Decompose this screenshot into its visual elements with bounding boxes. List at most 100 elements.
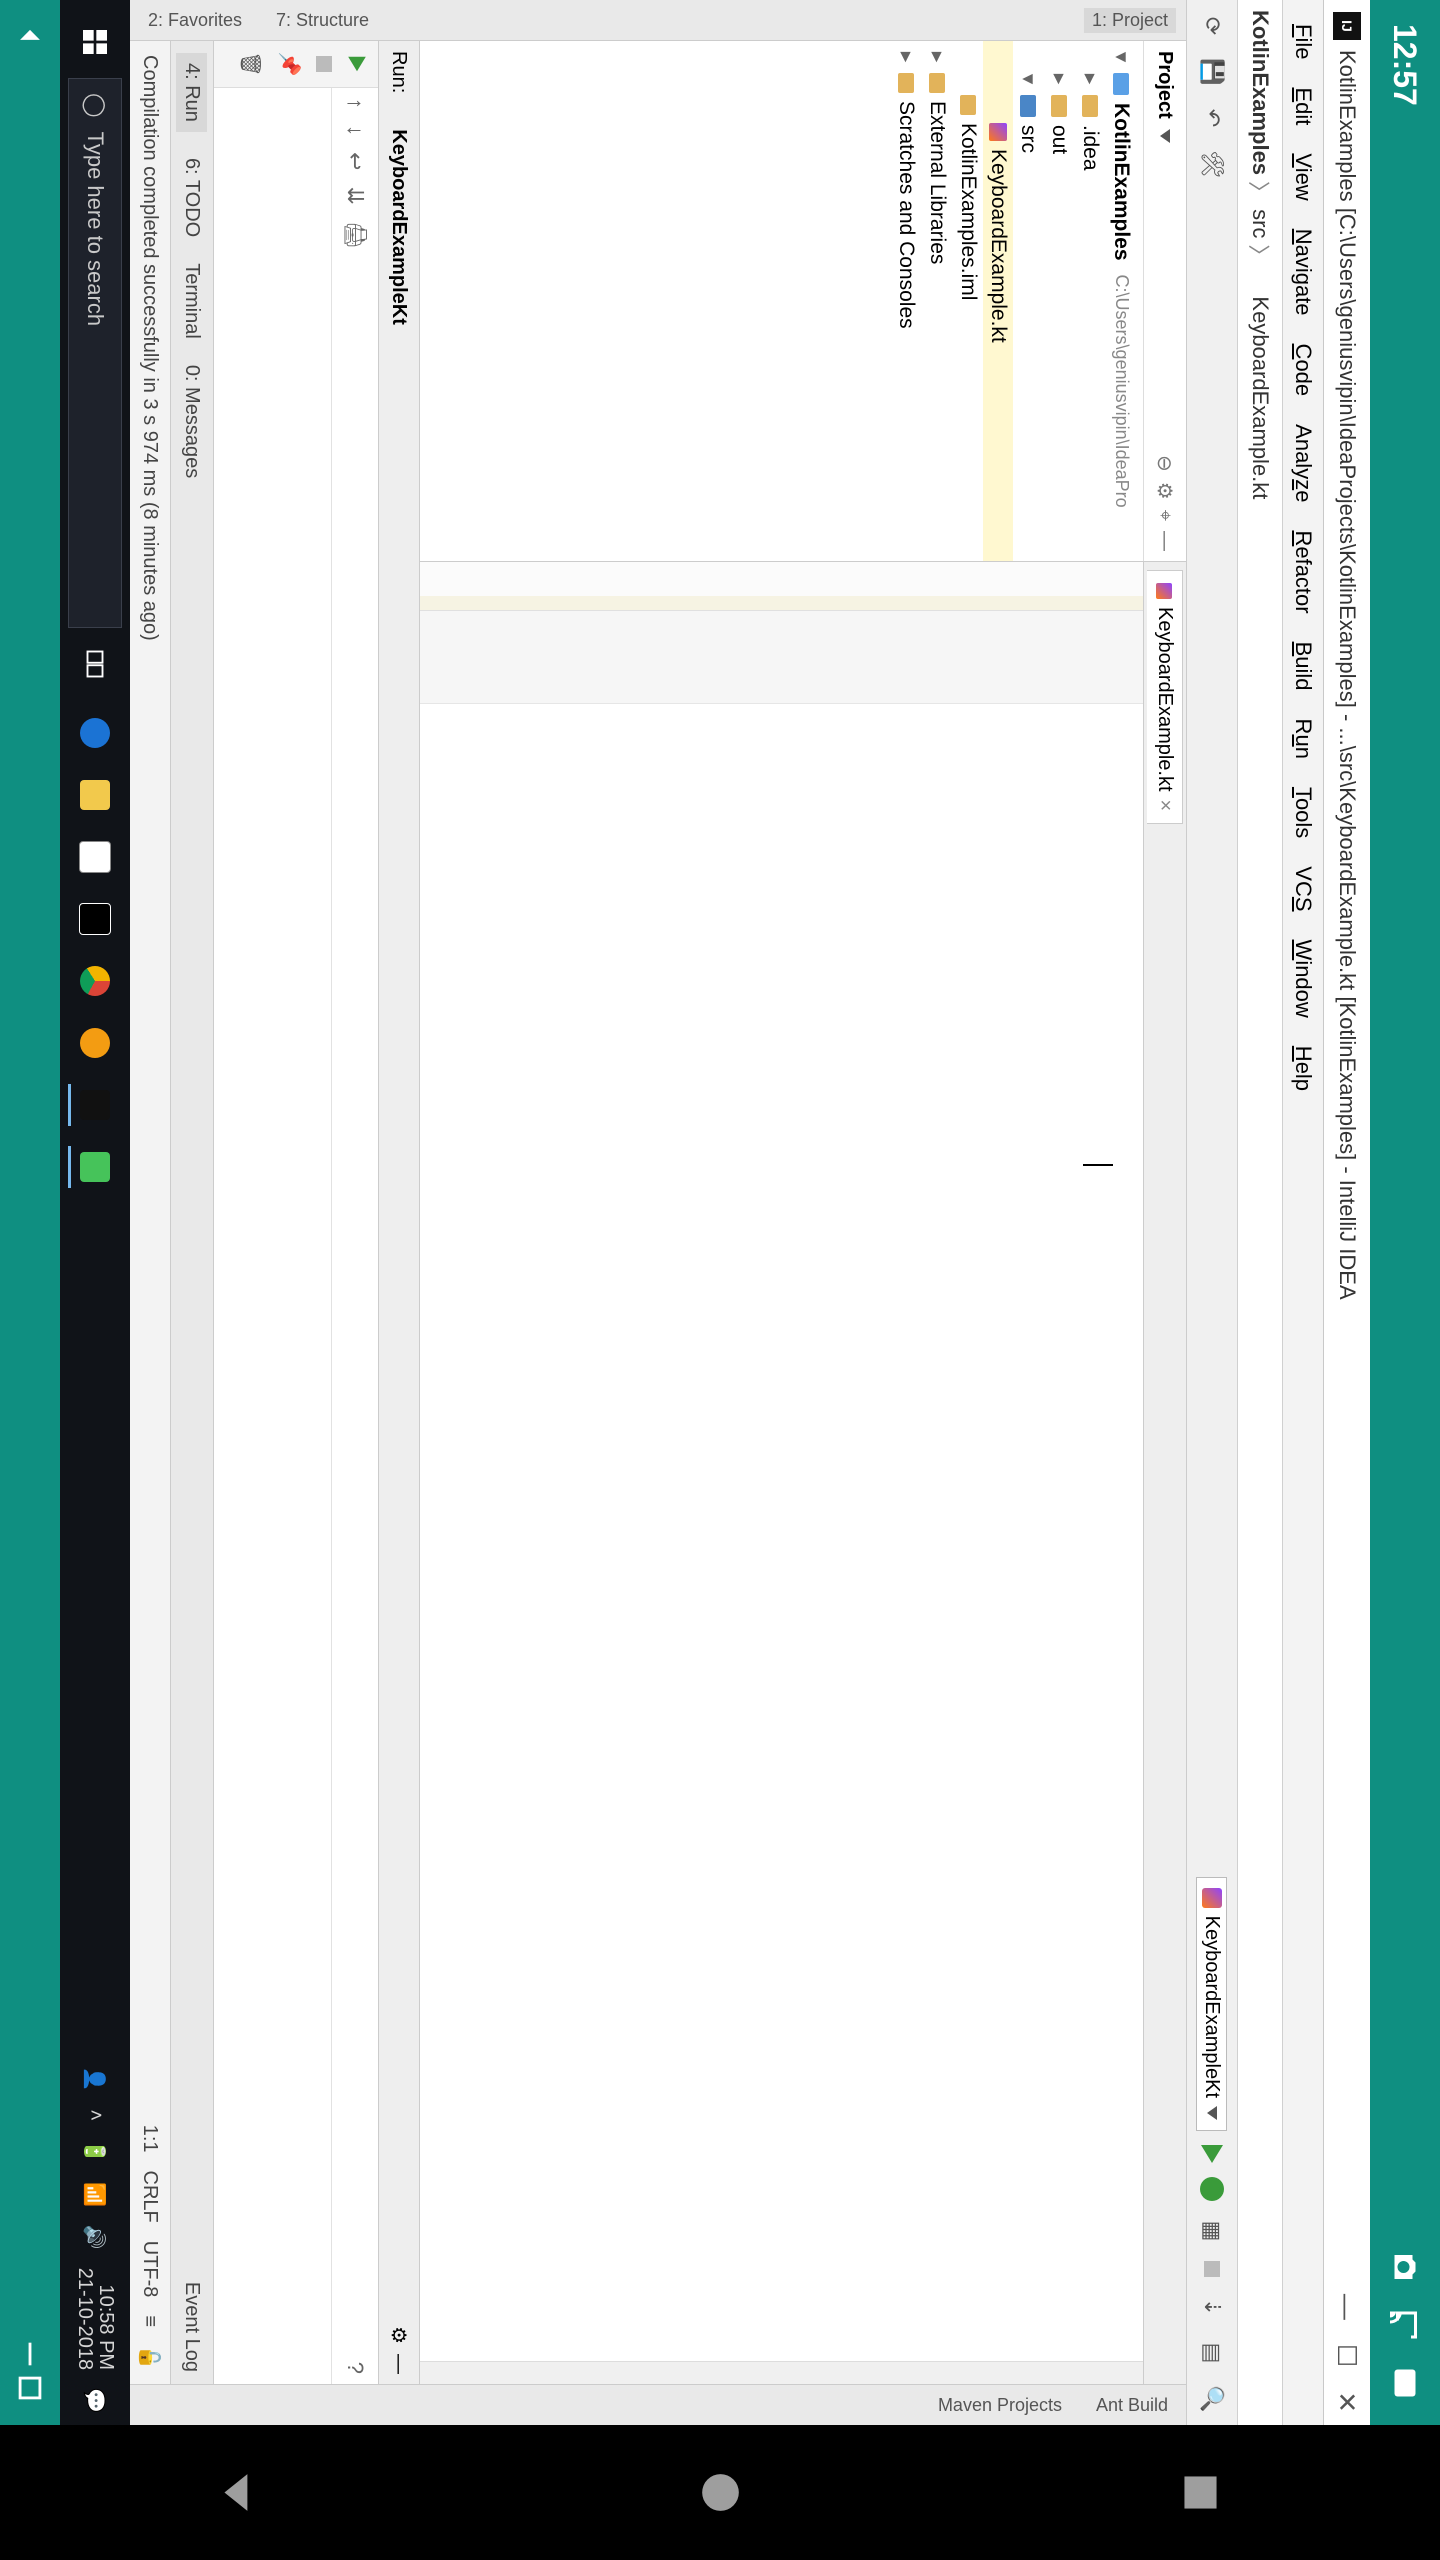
breadcrumb-src[interactable]: src bbox=[1247, 209, 1273, 238]
menu-tools[interactable]: Tools bbox=[1286, 775, 1320, 850]
status-eol[interactable]: CRLF bbox=[139, 2171, 162, 2223]
tray-chevron-icon[interactable]: ˄ bbox=[84, 2109, 107, 2121]
print-icon[interactable]: 🖨 bbox=[342, 221, 368, 249]
gear-icon[interactable]: ⚙ bbox=[1153, 482, 1178, 500]
tree-extlib[interactable]: External Libraries bbox=[926, 101, 950, 264]
minimize-icon[interactable]: — bbox=[1332, 2294, 1363, 2320]
status-indent[interactable]: ≡ bbox=[139, 2315, 162, 2327]
hide-icon[interactable]: — bbox=[1154, 531, 1177, 551]
locate-icon[interactable]: ⌖ bbox=[1154, 510, 1177, 521]
android-home-button[interactable] bbox=[693, 2465, 748, 2520]
tab-maven[interactable]: Maven Projects bbox=[930, 2393, 1070, 2418]
save-icon[interactable]: 💾 bbox=[1196, 56, 1228, 88]
menu-file[interactable]: File bbox=[1286, 12, 1320, 71]
menu-code[interactable]: Code bbox=[1286, 332, 1320, 409]
menu-analyze[interactable]: Analyze bbox=[1286, 412, 1320, 514]
tray-battery-icon[interactable]: 🔋 bbox=[83, 2139, 108, 2164]
menu-vcs[interactable]: VCS bbox=[1286, 854, 1320, 923]
wrap-icon[interactable]: ↩ bbox=[342, 152, 368, 170]
app-intellij[interactable] bbox=[68, 1076, 122, 1134]
rerun-icon[interactable] bbox=[348, 57, 366, 71]
stop-icon[interactable] bbox=[316, 56, 332, 72]
trash-icon[interactable]: 🗑 bbox=[238, 51, 263, 76]
breadcrumb-file[interactable]: KeyboardExample.kt bbox=[1247, 296, 1273, 499]
coverage-icon[interactable]: ▦ bbox=[1196, 2215, 1228, 2247]
status-position[interactable]: 1:1 bbox=[139, 2125, 162, 2153]
lock-icon[interactable]: 🔓 bbox=[138, 2345, 163, 2370]
close-tab-icon[interactable]: × bbox=[1153, 800, 1176, 812]
menu-build[interactable]: Build bbox=[1286, 630, 1320, 703]
app-unknown1[interactable] bbox=[68, 890, 122, 948]
run-button[interactable] bbox=[1201, 2145, 1223, 2163]
collapse-icon[interactable]: ⊖ bbox=[1153, 455, 1178, 472]
sync-icon[interactable]: ⟳ bbox=[1196, 10, 1228, 42]
scroll-icon[interactable]: ⇊ bbox=[342, 186, 368, 204]
tree-src[interactable]: src bbox=[1017, 125, 1041, 153]
tab-ant[interactable]: Ant Build bbox=[1088, 2393, 1176, 2418]
tab-favorites[interactable]: 2: Favorites bbox=[140, 8, 250, 33]
tray-volume-icon[interactable]: 🔊 bbox=[83, 2225, 108, 2250]
taskbar-clock[interactable]: 10:58 PM 21-10-2018 bbox=[74, 2268, 116, 2370]
error-stripe[interactable] bbox=[420, 2361, 1143, 2384]
tree-root[interactable]: KotlinExamples bbox=[1110, 103, 1134, 261]
run-config-selector[interactable]: KeyboardExampleKt bbox=[1197, 1877, 1228, 2131]
app-media[interactable] bbox=[68, 1014, 122, 1072]
tree-idea[interactable]: .idea bbox=[1079, 125, 1103, 171]
chevron-down-icon[interactable] bbox=[1160, 129, 1170, 143]
tray-people-icon[interactable]: 👤 bbox=[83, 2066, 108, 2091]
vcs-icon[interactable]: ⇣ bbox=[1196, 2291, 1228, 2323]
hide-icon[interactable]: — bbox=[388, 2354, 411, 2374]
hammer-icon[interactable]: 🛠 bbox=[1196, 148, 1228, 180]
app-notes[interactable] bbox=[68, 1138, 122, 1196]
up-icon[interactable]: ↑ bbox=[342, 98, 368, 109]
menu-refactor[interactable]: Refactor bbox=[1286, 518, 1320, 625]
menu-view[interactable]: View bbox=[1286, 141, 1320, 212]
menu-navigate[interactable]: Navigate bbox=[1286, 217, 1320, 328]
code-editor[interactable] bbox=[420, 704, 1143, 2361]
android-back-soft[interactable] bbox=[13, 20, 47, 54]
tree-iml[interactable]: KotlinExamples.iml bbox=[956, 123, 980, 300]
taskbar-search[interactable]: ◯ Type here to search bbox=[68, 78, 122, 628]
project-tree[interactable]: ▾KotlinExamplesC:\Users\geniusvipin\Idea… bbox=[420, 41, 1143, 561]
tray-wifi-icon[interactable]: 📶 bbox=[83, 2182, 108, 2207]
tab-todo[interactable]: 6: TODO bbox=[181, 158, 204, 237]
breadcrumb-root[interactable]: KotlinExamples bbox=[1247, 10, 1273, 175]
tab-terminal[interactable]: Terminal bbox=[181, 263, 204, 339]
android-minimize-soft[interactable] bbox=[13, 2337, 47, 2371]
tree-scratch[interactable]: Scratches and Consoles bbox=[895, 101, 919, 329]
tree-ktfile[interactable]: KeyboardExample.kt bbox=[986, 149, 1010, 343]
structure-icon[interactable]: ▤ bbox=[1196, 2337, 1228, 2369]
run-output[interactable] bbox=[214, 88, 331, 2384]
menu-run[interactable]: Run bbox=[1286, 707, 1320, 771]
tab-structure[interactable]: 7: Structure bbox=[268, 8, 377, 33]
close-icon[interactable]: ✕ bbox=[1332, 2391, 1363, 2413]
android-back-button[interactable] bbox=[213, 2465, 268, 2520]
tab-messages[interactable]: 0: Messages bbox=[181, 365, 204, 478]
down-icon[interactable]: ↓ bbox=[342, 125, 368, 136]
android-square-soft[interactable] bbox=[13, 2371, 47, 2405]
help-icon[interactable]: ? bbox=[342, 2362, 368, 2374]
undo-icon[interactable]: ↶ bbox=[1196, 102, 1228, 134]
editor-tab[interactable]: KeyboardExample.kt × bbox=[1147, 570, 1183, 824]
tab-project[interactable]: 1: Project bbox=[1084, 8, 1176, 33]
maximize-icon[interactable]: ☐ bbox=[1332, 2344, 1363, 2367]
tray-notifications-icon[interactable]: 💬 bbox=[83, 2388, 108, 2413]
gear-icon[interactable]: ⚙ bbox=[387, 2326, 412, 2344]
android-recent-button[interactable] bbox=[1173, 2465, 1228, 2520]
pin-icon[interactable]: 📌 bbox=[277, 52, 302, 77]
task-view-button[interactable] bbox=[68, 634, 122, 694]
stop-button[interactable] bbox=[1204, 2261, 1220, 2277]
menu-edit[interactable]: Edit bbox=[1286, 75, 1320, 137]
app-store[interactable] bbox=[68, 828, 122, 886]
status-encoding[interactable]: UTF-8 bbox=[139, 2241, 162, 2298]
app-edge[interactable] bbox=[68, 704, 122, 762]
debug-button[interactable] bbox=[1200, 2177, 1224, 2201]
start-button[interactable] bbox=[68, 12, 122, 72]
search-icon[interactable]: 🔍 bbox=[1196, 2383, 1228, 2415]
tree-out[interactable]: out bbox=[1048, 125, 1072, 154]
menu-help[interactable]: Help bbox=[1286, 1034, 1320, 1103]
app-chrome[interactable] bbox=[68, 952, 122, 1010]
tab-run[interactable]: 4: Run bbox=[177, 53, 208, 132]
app-explorer[interactable] bbox=[68, 766, 122, 824]
menu-window[interactable]: Window bbox=[1286, 928, 1320, 1030]
